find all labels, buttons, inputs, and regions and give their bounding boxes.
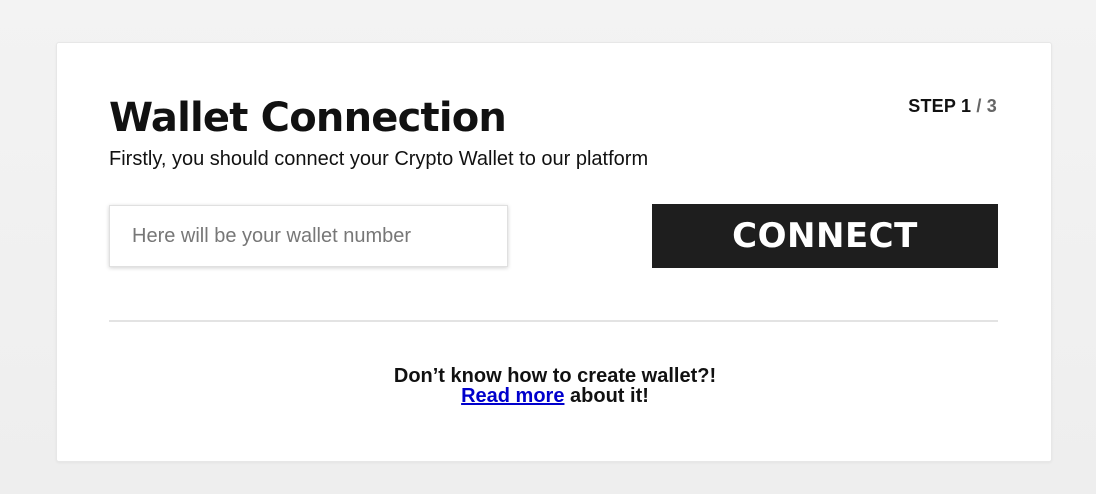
step-indicator: STEP 1 / 3 xyxy=(908,96,997,117)
connect-button[interactable]: CONNECT xyxy=(652,204,998,268)
help-read-more-line: Read more about it! xyxy=(57,386,1053,406)
step-current: STEP 1 xyxy=(908,96,972,116)
help-question: Don’t know how to create wallet?! xyxy=(393,365,717,387)
wallet-connection-card: STEP 1 / 3 Wallet Connection Firstly, yo… xyxy=(56,42,1052,462)
wallet-number-input[interactable] xyxy=(109,205,508,267)
read-more-link[interactable]: Read more xyxy=(461,385,564,407)
page-subtitle: Firstly, you should connect your Crypto … xyxy=(109,148,649,170)
help-text: Don’t know how to create wallet?! Read m… xyxy=(57,366,1053,406)
page-background: STEP 1 / 3 Wallet Connection Firstly, yo… xyxy=(0,0,1096,494)
step-total: / 3 xyxy=(971,96,997,116)
page-title: Wallet Connection xyxy=(109,95,507,141)
divider xyxy=(109,320,998,322)
help-suffix: about it! xyxy=(564,385,649,407)
